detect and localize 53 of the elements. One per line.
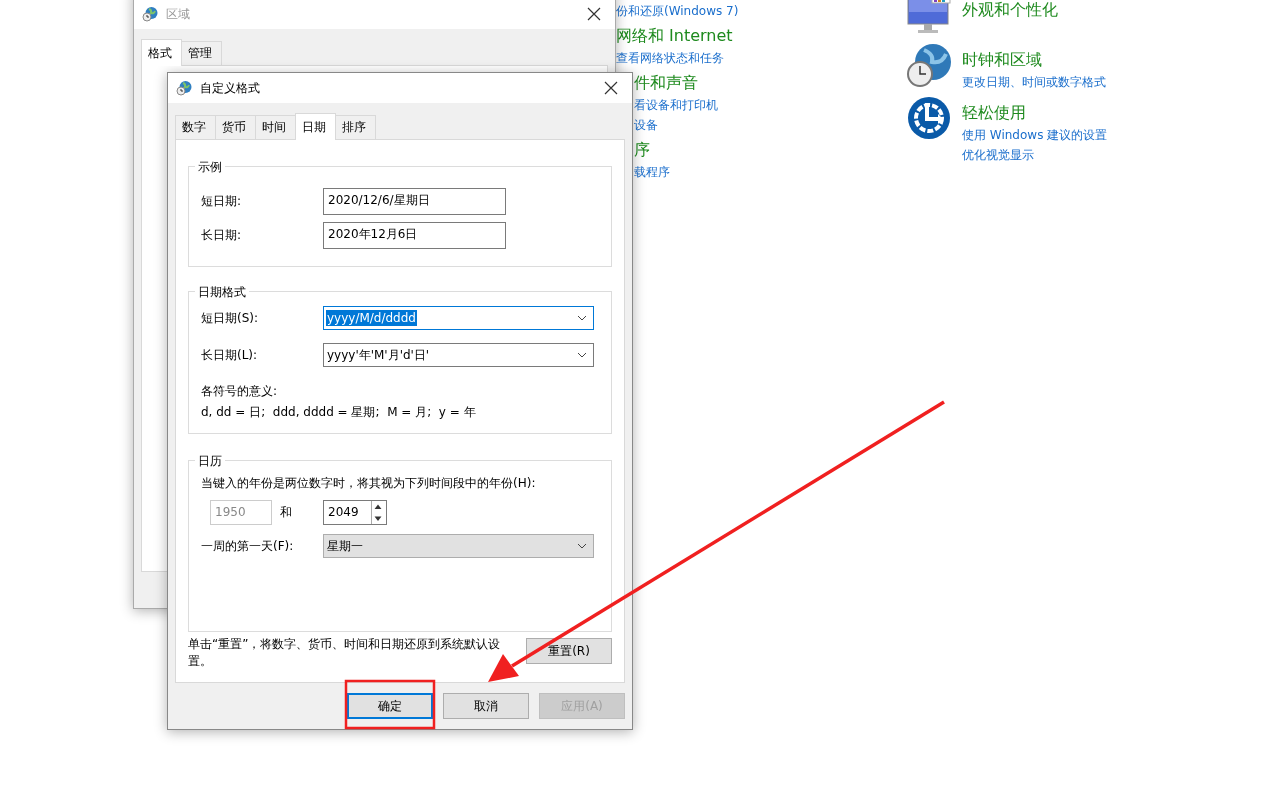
window-title: 自定义格式 [200, 79, 261, 97]
accessibility-icon [906, 95, 952, 141]
legend-text: 各符号的意义: [201, 383, 279, 400]
reset-button[interactable]: 重置(R) [526, 638, 612, 664]
year-spinner[interactable]: 2049 [323, 500, 387, 525]
category-link[interactable]: 设备 [634, 117, 739, 134]
format-combo[interactable]: yyyy'年'M'月'd'日' [323, 343, 594, 367]
tab[interactable]: 管理 [181, 41, 222, 65]
field-label: 长日期: [201, 227, 243, 244]
tab[interactable]: 格式 [141, 39, 182, 66]
category-title[interactable]: 网络和 Internet [616, 26, 739, 47]
category-title[interactable]: 轻松使用 [962, 103, 1108, 124]
dropdown-caret-icon [577, 543, 587, 549]
field-label: 短日期: [201, 193, 243, 210]
range-label: 当键入的年份是两位数字时，将其视为下列时间段中的年份(H): [201, 475, 537, 492]
category-title[interactable]: 序 [634, 140, 739, 161]
category-title[interactable]: 件和声音 [634, 73, 739, 94]
group-legend: 示例 [195, 159, 225, 176]
dialog-button[interactable]: 确定 [347, 693, 433, 719]
group-legend: 日历 [195, 453, 225, 470]
category-link[interactable]: 使用 Windows 建议的设置 [962, 127, 1108, 144]
dropdown-caret-icon [577, 315, 587, 321]
close-icon[interactable] [587, 7, 601, 21]
category-title[interactable]: 时钟和区域 [962, 50, 1106, 71]
close-icon[interactable] [604, 81, 618, 95]
category-title[interactable]: 外观和个性化 [962, 0, 1058, 21]
category-link[interactable]: 份和还原(Windows 7) [616, 3, 739, 20]
weekday-combo[interactable]: 星期一 [323, 534, 594, 558]
tab[interactable]: 排序 [335, 115, 376, 139]
group-legend: 日期格式 [195, 284, 249, 301]
tab[interactable]: 日期 [295, 113, 336, 140]
year-field: 1950 [210, 500, 272, 525]
example-field: 2020/12/6/星期日 [323, 188, 506, 215]
legend-text: d, dd = 日; ddd, dddd = 星期; M = 月; y = 年 [201, 404, 477, 421]
category-link[interactable]: 查看网络状态和任务 [616, 50, 739, 67]
tab[interactable]: 数字 [175, 115, 216, 139]
category-link[interactable]: 优化视觉显示 [962, 147, 1108, 164]
globe-clock-icon [176, 80, 192, 96]
category-link[interactable]: 载程序 [634, 164, 739, 181]
window-title: 区域 [166, 5, 191, 23]
example-field: 2020年12月6日 [323, 222, 506, 249]
globe-clock-icon [906, 42, 952, 88]
category-link[interactable]: 看设备和打印机 [634, 97, 739, 114]
and-label: 和 [279, 504, 293, 521]
reset-note: 单击“重置”，将数字、货币、时间和日期还原到系统默认设置。 [188, 636, 502, 670]
field-label: 长日期(L): [201, 346, 259, 364]
category-link[interactable]: 更改日期、时间或数字格式 [962, 74, 1106, 91]
format-combo[interactable]: yyyy/M/d/dddd [323, 306, 594, 330]
field-label: 一周的第一天(F): [201, 537, 295, 555]
field-label: 短日期(S): [201, 309, 260, 327]
dropdown-caret-icon [577, 352, 587, 358]
dialog-button[interactable]: 取消 [443, 693, 529, 719]
globe-clock-icon [142, 6, 158, 22]
